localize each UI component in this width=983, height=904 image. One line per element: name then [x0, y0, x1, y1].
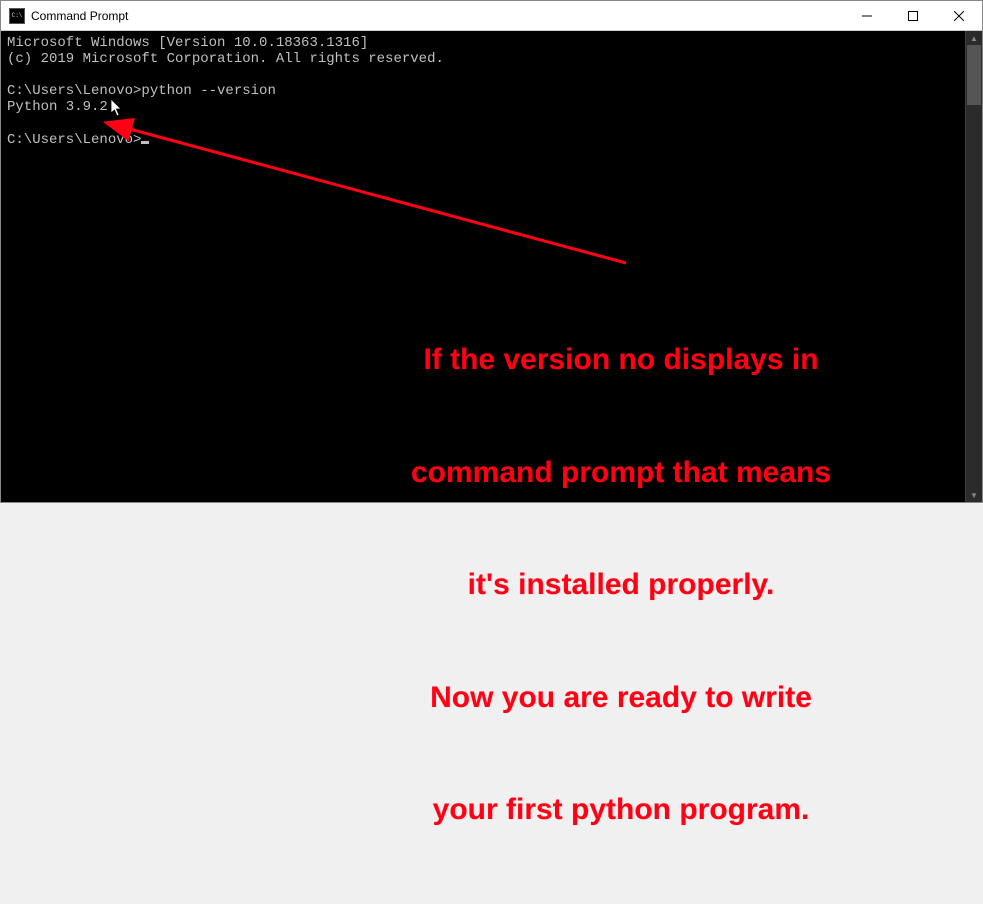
- close-button[interactable]: [936, 1, 982, 30]
- cmd-icon: [9, 8, 25, 24]
- annotation-line: your first python program.: [291, 791, 951, 829]
- scroll-up-icon[interactable]: ▲: [966, 31, 982, 45]
- terminal-line: Microsoft Windows [Version 10.0.18363.13…: [7, 35, 368, 51]
- terminal-line: (c) 2019 Microsoft Corporation. All righ…: [7, 51, 444, 67]
- titlebar[interactable]: Command Prompt: [1, 1, 982, 31]
- terminal-area: Microsoft Windows [Version 10.0.18363.13…: [1, 31, 982, 502]
- scroll-down-icon[interactable]: ▼: [966, 488, 982, 502]
- annotation-line: it's installed properly.: [291, 566, 951, 604]
- vertical-scrollbar[interactable]: ▲ ▼: [965, 31, 982, 502]
- annotation-arrow-icon: [101, 113, 651, 283]
- terminal-output: Python 3.9.2: [7, 99, 108, 115]
- annotation-line: If the version no displays in: [291, 341, 951, 379]
- cmd-window: Command Prompt Microsoft Windows [Versio…: [0, 0, 983, 503]
- text-cursor: [141, 141, 149, 144]
- scroll-thumb[interactable]: [967, 45, 981, 105]
- maximize-button[interactable]: [890, 1, 936, 30]
- annotation-text: If the version no displays in command pr…: [291, 266, 951, 904]
- annotation-line: Now you are ready to write: [291, 679, 951, 717]
- annotation-line: command prompt that means: [291, 454, 951, 492]
- minimize-button[interactable]: [844, 1, 890, 30]
- window-title: Command Prompt: [31, 9, 844, 23]
- terminal-content[interactable]: Microsoft Windows [Version 10.0.18363.13…: [1, 31, 965, 502]
- prompt-path: C:\Users\Lenovo>: [7, 132, 141, 148]
- window-controls: [844, 1, 982, 30]
- prompt-path: C:\Users\Lenovo>: [7, 83, 141, 99]
- mouse-cursor-icon: [111, 99, 123, 117]
- prompt-command: python --version: [141, 83, 275, 99]
